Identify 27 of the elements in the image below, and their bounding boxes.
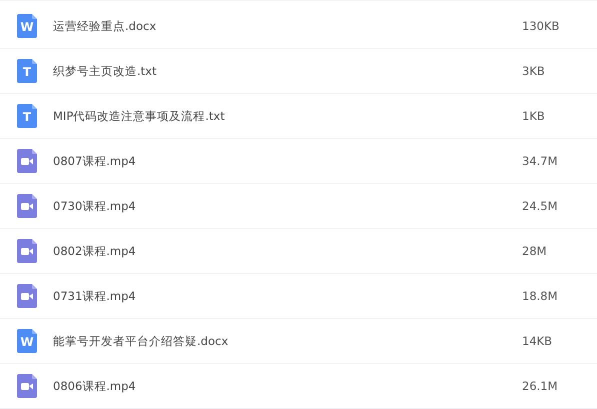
document-file-icon: T	[17, 59, 37, 83]
file-size: 130KB	[522, 19, 560, 33]
file-name: 0806课程.mp4	[53, 378, 137, 394]
video-file-icon	[17, 194, 37, 218]
file-size: 18.8M	[522, 289, 559, 303]
file-name: 运营经验重点.docx	[53, 18, 158, 34]
video-file-icon	[17, 149, 37, 173]
file-size: 26.1M	[522, 379, 559, 393]
document-file-icon: W	[17, 329, 37, 353]
file-size: 14KB	[522, 334, 554, 348]
file-size: 24.5M	[522, 199, 559, 213]
document-file-icon: T	[17, 104, 37, 128]
file-name: 织梦号主页改造.txt	[53, 64, 158, 78]
file-name: MIP代码改造注意事项及流程.txt	[53, 108, 226, 124]
video-file-icon	[17, 374, 37, 398]
file-name: 能掌号开发者平台介绍答疑.docx	[53, 334, 230, 348]
video-file-icon	[17, 284, 37, 308]
file-size: 3KB	[522, 64, 546, 78]
file-size: 34.7M	[522, 154, 559, 168]
file-size: 1KB	[522, 109, 546, 123]
file-name: 0730课程.mp4	[53, 198, 137, 214]
file-name: 0802课程.mp4	[53, 244, 137, 258]
file-name: 0731课程.mp4	[53, 288, 137, 304]
file-name: 0807课程.mp4	[53, 154, 137, 168]
video-file-icon	[17, 239, 37, 263]
file-size: 28M	[522, 244, 548, 258]
document-file-icon: W	[17, 14, 37, 38]
